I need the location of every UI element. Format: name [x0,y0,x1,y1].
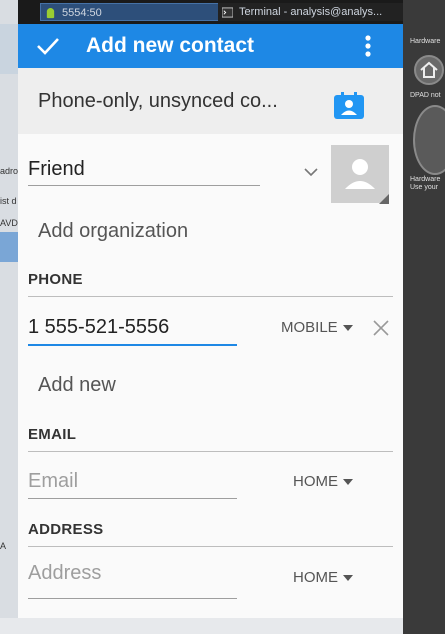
background-text: A [0,541,7,551]
dpad-label: DPAD not [410,92,441,99]
more-vert-icon[interactable] [360,32,376,60]
background-bottom [0,618,445,634]
email-field[interactable]: Email [28,470,78,493]
taskbar-item-terminal[interactable]: Terminal - analysis@analys... [218,3,408,21]
section-header-phone: PHONE [28,271,83,288]
home-button[interactable] [414,55,444,85]
dropdown-arrow-icon [343,479,353,486]
phone-field-focus-underline [28,344,237,346]
email-type-label: HOME [293,473,338,490]
address-type-label: HOME [293,569,338,586]
taskbar-item-label: 5554:50 [62,7,102,19]
app-bar: Add new contact [18,24,403,68]
name-underline [28,185,260,186]
close-icon[interactable] [372,319,390,337]
account-label: Phone-only, unsynced co... [38,90,278,112]
taskbar-item-label: Terminal - analysis@analys... [239,6,383,18]
photo-corner-indicator [379,194,389,204]
taskbar-item-emulator[interactable]: 5554:50 [40,3,230,21]
chevron-down-icon[interactable] [303,167,319,177]
selection-strip [0,232,18,262]
window-strip [0,24,18,74]
android-icon [46,7,55,18]
section-divider [28,451,393,452]
account-selector[interactable]: Phone-only, unsynced co... [18,68,403,134]
address-field[interactable]: Address [28,562,101,585]
section-header-email: EMAIL [28,426,77,443]
add-organization-button[interactable]: Add organization [38,220,188,243]
email-type-selector[interactable]: HOME [293,473,353,490]
page-title: Add new contact [86,34,255,57]
background-text: AVD [0,218,18,228]
address-underline [28,598,237,599]
check-icon[interactable] [34,32,62,60]
taskbar: 5554:50 Terminal - analysis@analys... [18,0,445,24]
background-window: adro ist d AVD A [0,0,18,634]
background-text: ist d [0,196,17,206]
terminal-icon [222,7,233,18]
hardware-label: Hardware [410,38,441,45]
email-underline [28,498,237,499]
dropdown-arrow-icon [343,575,353,582]
dropdown-arrow-icon [342,325,353,332]
hardware-label-bottom: Hardware [410,176,441,183]
name-field[interactable]: Friend [28,158,85,181]
home-icon [420,61,438,78]
phone-type-label: MOBILE [281,319,338,336]
address-type-selector[interactable]: HOME [293,569,353,586]
background-text: adro [0,166,18,176]
add-new-phone-button[interactable]: Add new [38,374,116,397]
phone-screen: Add new contact Phone-only, unsynced co.… [18,24,403,618]
emulator-controls: Hardware DPAD not Hardware Use your [403,0,445,634]
hardware-hint: Use your [410,184,439,191]
phone-type-selector[interactable]: MOBILE [281,319,353,336]
section-divider [28,546,393,547]
section-header-address: ADDRESS [28,521,104,538]
phone-number-field[interactable]: 1 555-521-5556 [28,316,169,339]
dpad[interactable] [413,105,445,175]
section-divider [28,296,393,297]
contact-card-icon [334,92,364,119]
